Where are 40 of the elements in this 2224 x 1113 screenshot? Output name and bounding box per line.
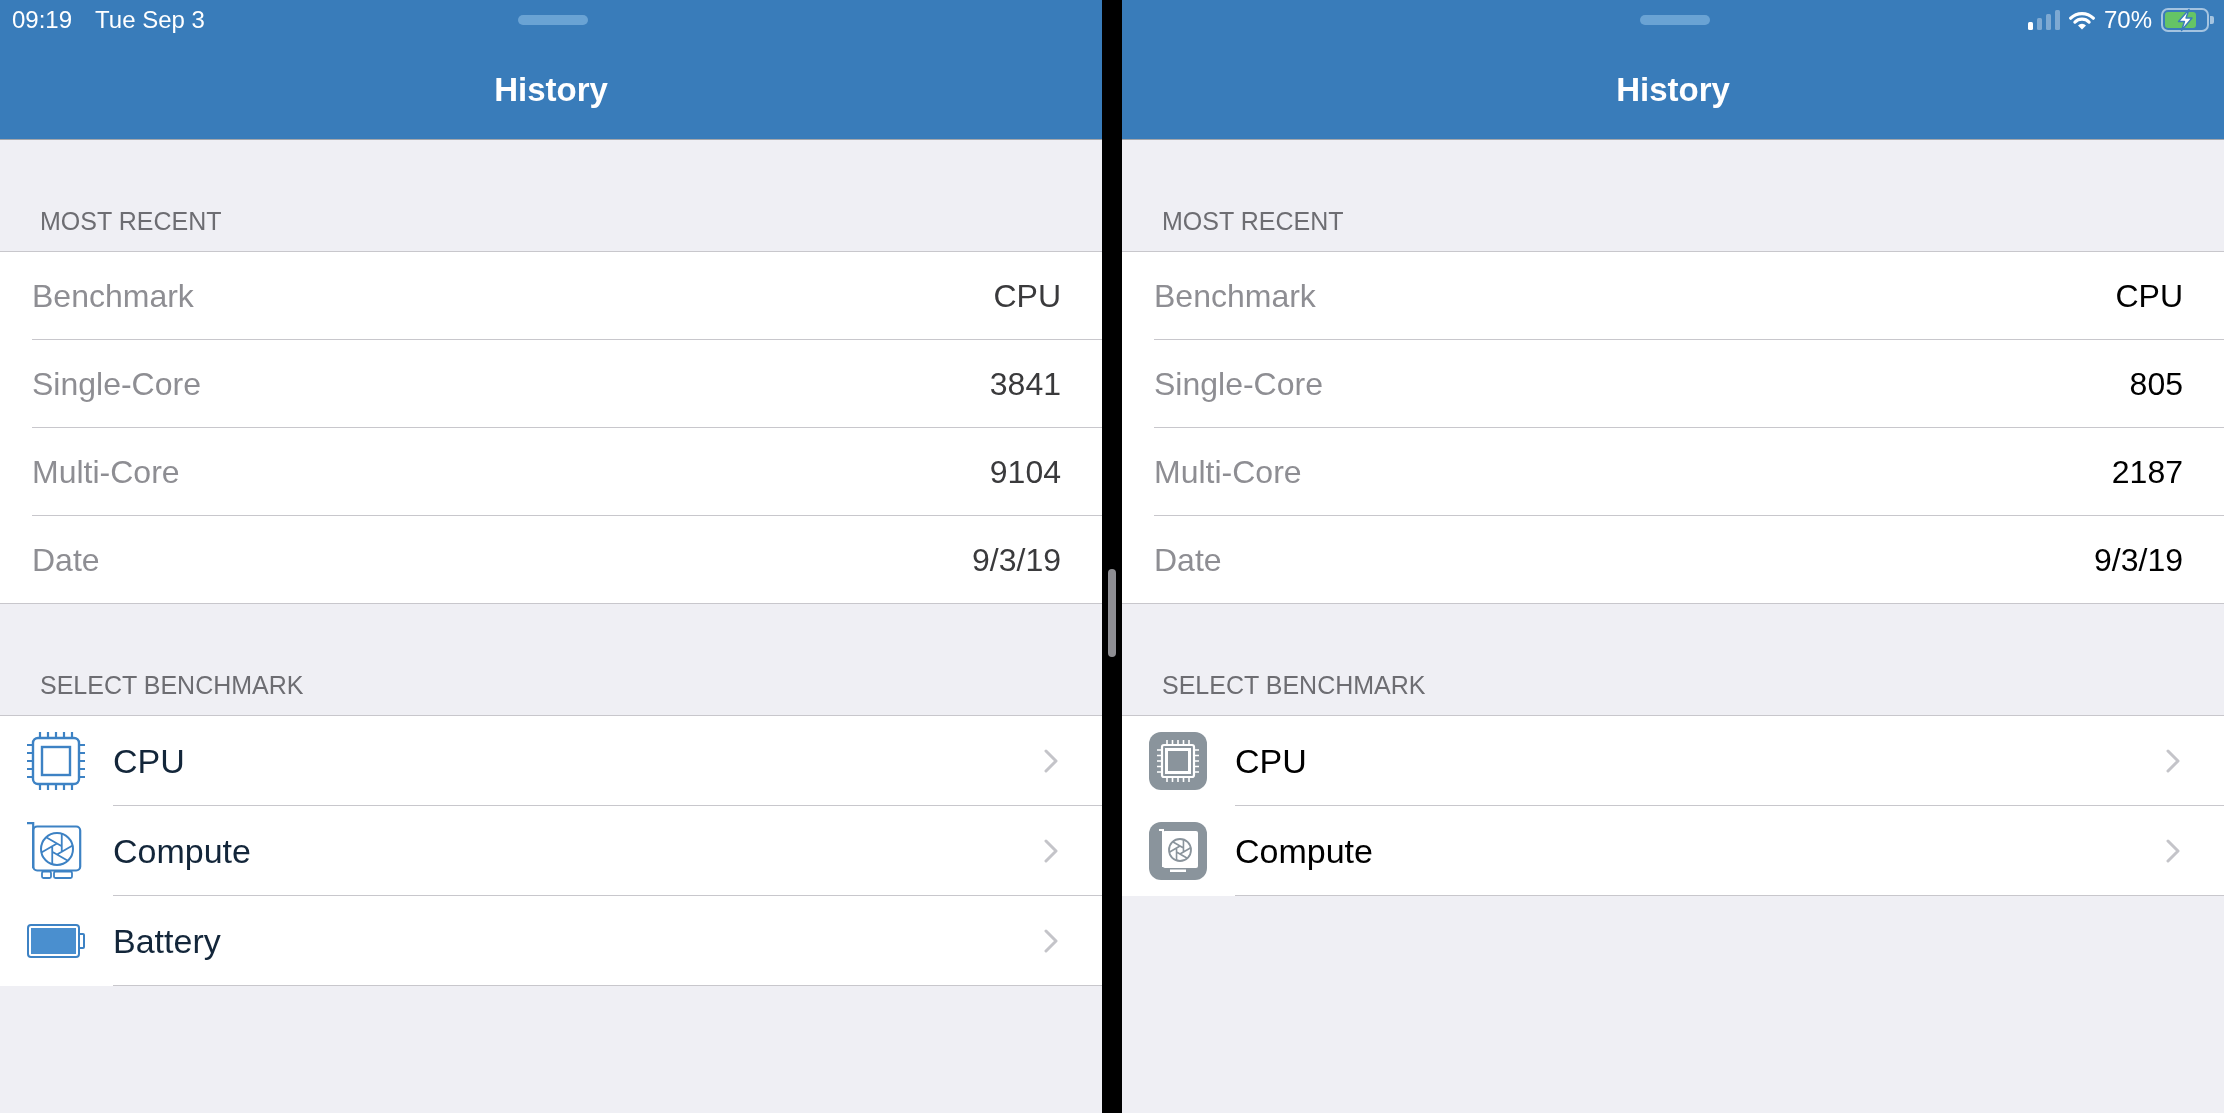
benchmark-item[interactable]: CPU — [0, 716, 1102, 806]
drag-handle[interactable] — [1639, 15, 1710, 25]
status-time: 09:19 — [12, 6, 73, 34]
chevron-icon — [1044, 928, 1058, 953]
detail-value: 3841 — [989, 364, 1061, 403]
section-header: SELECT BENCHMARK — [1162, 670, 1426, 700]
chevron-icon — [2166, 838, 2180, 863]
detail-value: 9104 — [989, 452, 1061, 491]
benchmark-item[interactable]: Compute — [0, 806, 1102, 896]
section-header: SELECT BENCHMARK — [40, 670, 304, 700]
detail-label: Single-Core — [1154, 364, 1323, 403]
nav-title: History — [1616, 69, 1730, 110]
detail-label: Benchmark — [32, 276, 194, 315]
benchmark-item[interactable]: Compute — [1122, 806, 2224, 896]
detail-value: 805 — [2129, 364, 2183, 403]
detail-value: 9/3/19 — [2094, 540, 2183, 579]
detail-label: Benchmark — [1154, 276, 1316, 315]
signal-icon — [2027, 10, 2060, 30]
detail-label: Single-Core — [32, 364, 201, 403]
detail-value: CPU — [2115, 276, 2183, 315]
detail-label: Multi-Core — [32, 452, 180, 491]
benchmark-item[interactable]: Battery — [0, 896, 1102, 986]
section-header: MOST RECENT — [40, 206, 222, 236]
chevron-icon — [1044, 838, 1058, 863]
detail-label: Date — [32, 540, 100, 579]
section-header: MOST RECENT — [1162, 206, 1344, 236]
wifi-icon — [2068, 10, 2095, 30]
nav-title: History — [494, 69, 608, 110]
detail-value: CPU — [993, 276, 1061, 315]
battery-percent: 70% — [2103, 6, 2152, 34]
detail-value: 2187 — [2111, 452, 2183, 491]
detail-label: Date — [1154, 540, 1222, 579]
status-date: Tue Sep 3 — [95, 6, 205, 34]
chevron-icon — [2166, 748, 2180, 773]
detail-label: Multi-Core — [1154, 452, 1302, 491]
split-view-handle[interactable] — [1108, 568, 1116, 657]
chevron-icon — [1044, 748, 1058, 773]
benchmark-item[interactable]: CPU — [1122, 716, 2224, 806]
detail-value: 9/3/19 — [972, 540, 1061, 579]
drag-handle[interactable] — [517, 15, 588, 25]
